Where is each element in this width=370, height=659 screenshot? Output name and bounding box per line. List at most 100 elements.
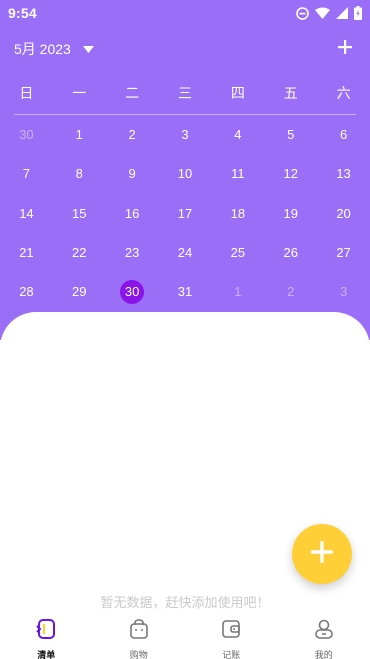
day-number: 27 <box>336 245 351 261</box>
calendar-day[interactable]: 4 <box>211 115 264 154</box>
bottom-tab-bar: 清单 购物 记账 我的 <box>0 610 370 659</box>
day-number: 29 <box>72 284 87 300</box>
day-number: 1 <box>75 127 83 143</box>
empty-state-text: 暂无数据，赶快添加使用吧！ <box>100 595 270 610</box>
calendar-day[interactable]: 23 <box>106 233 159 272</box>
signal-icon <box>336 7 348 19</box>
day-number: 9 <box>128 166 136 182</box>
weekday-label: 五 <box>283 85 298 101</box>
tab-accounting[interactable]: 记账 <box>185 610 278 659</box>
plus-icon <box>311 540 333 568</box>
caret-down-icon <box>82 40 94 58</box>
profile-icon <box>313 618 335 645</box>
weekday-label: 日 <box>19 85 34 101</box>
day-number: 28 <box>19 284 34 300</box>
status-time: 9:54 <box>8 5 37 21</box>
day-number: 16 <box>124 205 140 221</box>
status-bar: 9:54 <box>0 0 370 26</box>
calendar-header-panel: 9:54 5月 2023 日 一 二 三 四 五 六 30 1 2 3 4 5 … <box>0 0 370 340</box>
calendar-grid: 30 1 2 3 4 5 6 7 8 9 10 11 12 13 14 15 16 17 18 19 20 21 22 23 2… <box>0 115 370 311</box>
calendar-day[interactable]: 1 <box>53 115 106 154</box>
calendar-day[interactable]: 15 <box>53 194 106 233</box>
tab-shopping[interactable]: 购物 <box>93 610 186 659</box>
day-number: 1 <box>234 284 242 300</box>
calendar-day[interactable]: 27 <box>317 233 370 272</box>
day-number: 10 <box>177 166 193 182</box>
tab-list[interactable]: 清单 <box>0 610 93 659</box>
calendar-day[interactable]: 11 <box>211 154 264 193</box>
list-tab-icon <box>35 618 57 645</box>
day-number: 30 <box>120 279 145 304</box>
day-number: 4 <box>234 127 242 143</box>
calendar-day[interactable]: 6 <box>317 115 370 154</box>
day-number: 25 <box>230 245 246 261</box>
day-number: 15 <box>72 205 87 221</box>
tab-label: 购物 <box>129 650 148 659</box>
calendar-day[interactable]: 17 <box>159 194 212 233</box>
wallet-icon <box>220 618 242 645</box>
day-number: 17 <box>177 205 193 221</box>
weekday-label: 三 <box>177 85 192 101</box>
weekday-row: 日一二三四五六 <box>0 72 370 114</box>
tab-label: 我的 <box>314 650 333 659</box>
calendar-day[interactable]: 1 <box>211 272 264 311</box>
calendar-day[interactable]: 8 <box>53 154 106 193</box>
day-number: 8 <box>75 166 83 182</box>
calendar-day[interactable]: 31 <box>159 272 212 311</box>
calendar-day[interactable]: 16 <box>106 194 159 233</box>
calendar-day[interactable]: 28 <box>0 272 53 311</box>
status-icons <box>296 6 362 20</box>
calendar-day[interactable]: 3 <box>317 272 370 311</box>
month-picker[interactable]: 5月 2023 <box>14 39 94 59</box>
calendar-day[interactable]: 22 <box>53 233 106 272</box>
add-button[interactable] <box>334 38 356 60</box>
day-number: 26 <box>283 245 298 261</box>
day-number: 14 <box>19 205 34 221</box>
calendar-day[interactable]: 19 <box>264 194 317 233</box>
day-number: 24 <box>177 245 193 261</box>
day-number: 11 <box>231 166 245 182</box>
calendar-day-selected[interactable]: 30 <box>106 272 159 311</box>
calendar-day[interactable]: 26 <box>264 233 317 272</box>
weekday-label: 二 <box>125 85 140 101</box>
day-number: 22 <box>72 245 87 261</box>
calendar-day[interactable]: 29 <box>53 272 106 311</box>
day-number: 3 <box>181 127 189 143</box>
calendar-day[interactable]: 20 <box>317 194 370 233</box>
calendar-day[interactable]: 25 <box>211 233 264 272</box>
calendar-day[interactable]: 21 <box>0 233 53 272</box>
plus-icon <box>338 39 352 59</box>
weekday-label: 一 <box>72 85 87 101</box>
day-number: 6 <box>339 127 348 143</box>
calendar-day[interactable]: 2 <box>106 115 159 154</box>
calendar-day[interactable]: 10 <box>159 154 212 193</box>
day-number: 30 <box>19 127 34 143</box>
calendar-day[interactable]: 13 <box>317 154 370 193</box>
calendar-day[interactable]: 24 <box>159 233 212 272</box>
month-label: 5月 2023 <box>14 41 71 57</box>
day-number: 23 <box>124 245 140 261</box>
calendar-day[interactable]: 5 <box>264 115 317 154</box>
day-number: 13 <box>336 166 351 182</box>
day-number: 2 <box>128 127 136 143</box>
day-number: 2 <box>287 284 295 300</box>
calendar-day[interactable]: 2 <box>264 272 317 311</box>
tab-profile[interactable]: 我的 <box>278 610 370 659</box>
shopping-bag-icon <box>128 618 150 645</box>
day-number: 7 <box>22 166 31 182</box>
calendar-day[interactable]: 18 <box>211 194 264 233</box>
calendar-day[interactable]: 7 <box>0 154 53 193</box>
day-number: 3 <box>339 284 348 300</box>
calendar-day[interactable]: 30 <box>0 115 53 154</box>
day-number: 5 <box>287 127 295 143</box>
calendar-day[interactable]: 12 <box>264 154 317 193</box>
weekday-label: 四 <box>230 85 245 101</box>
day-number: 31 <box>177 284 193 300</box>
calendar-day[interactable]: 3 <box>159 115 212 154</box>
add-fab-button[interactable] <box>292 524 352 584</box>
day-number: 18 <box>230 205 246 221</box>
calendar-day[interactable]: 14 <box>0 194 53 233</box>
calendar-day[interactable]: 9 <box>106 154 159 193</box>
tab-label: 记账 <box>222 650 241 659</box>
day-number: 19 <box>283 205 298 221</box>
